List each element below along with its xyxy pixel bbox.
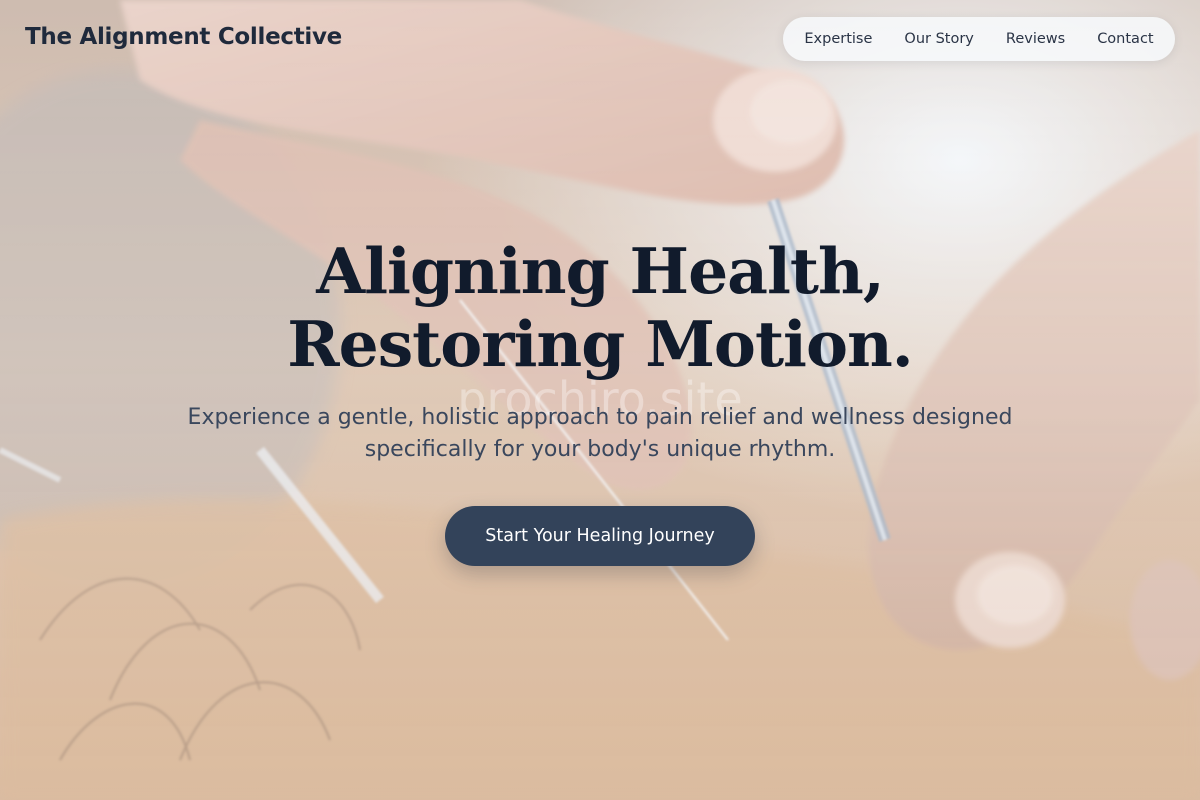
hero-section: prochiro.site Aligning Health, Restoring… bbox=[0, 0, 1200, 800]
hero-subtitle: Experience a gentle, holistic approach t… bbox=[187, 405, 1013, 462]
hero-title: Aligning Health, Restoring Motion. bbox=[100, 235, 1100, 381]
hero-title-line-2: Restoring Motion. bbox=[287, 307, 914, 381]
start-healing-journey-button[interactable]: Start Your Healing Journey bbox=[445, 506, 755, 566]
hero-title-line-1: Aligning Health, bbox=[316, 234, 885, 308]
